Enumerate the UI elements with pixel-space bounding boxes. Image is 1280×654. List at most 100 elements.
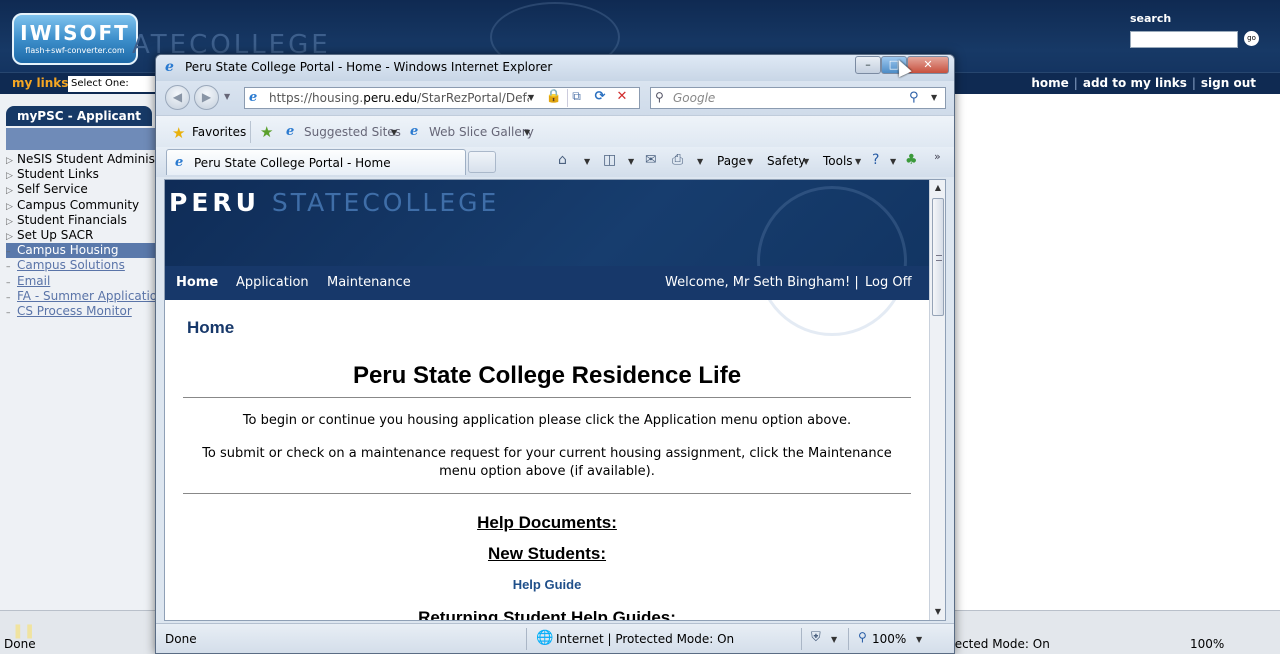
favorites-button[interactable]: Favorites — [192, 125, 246, 139]
welcome-text: Welcome, Mr Seth Bingham! | — [665, 275, 859, 290]
iwisoft-logo: IWISOFT flash+swf-converter.com — [12, 13, 138, 65]
status-zoom[interactable]: 100% — [872, 632, 906, 646]
search-input[interactable]: Google — [673, 91, 715, 105]
scrollbar-thumb[interactable] — [932, 198, 944, 316]
refresh-icon[interactable]: ⟳ — [591, 89, 609, 107]
home-link[interactable]: home — [1031, 76, 1068, 90]
vertical-scrollbar[interactable]: ▲ ▼ — [929, 180, 945, 620]
suggested-sites-button[interactable]: Suggested Sites — [304, 125, 401, 139]
my-links-select[interactable]: Select One: — [68, 76, 160, 92]
sidebar-item-label: Campus Solutions — [17, 258, 125, 273]
tab-mypsc-applicant[interactable]: myPSC - Applicant — [6, 106, 152, 126]
scroll-up-icon[interactable]: ▲ — [930, 180, 945, 196]
chevron-down-icon[interactable]: ▼ — [855, 157, 861, 166]
protected-mode-icon[interactable]: ⛨ — [811, 630, 821, 645]
log-off-link[interactable]: Log Off — [865, 275, 912, 290]
chevron-down-icon[interactable]: ▼ — [803, 157, 809, 166]
back-button[interactable]: ◀ — [165, 85, 190, 110]
zoom-dropdown[interactable]: ▼ — [916, 635, 922, 644]
web-slice-gallery-button[interactable]: Web Slice Gallery — [429, 125, 534, 139]
page-title: Peru State College Residence Life — [352, 362, 742, 389]
sign-out-link[interactable]: sign out — [1201, 76, 1256, 90]
home-dropdown[interactable]: ▼ — [584, 157, 590, 166]
minimize-button[interactable]: – — [855, 56, 881, 74]
sidebar-item-label: Self Service — [17, 182, 88, 197]
tools-menu[interactable]: Tools — [823, 154, 853, 168]
more-commands-icon[interactable]: » — [934, 150, 941, 163]
sidebar-item[interactable]: – Campus Solutions — [6, 258, 160, 273]
forward-button[interactable]: ▶ — [194, 85, 219, 110]
sidebar-item[interactable]: ▷ Self Service — [6, 182, 160, 197]
search-box[interactable]: ⚲ Google ⚲ ▼ — [650, 87, 946, 109]
sidebar-item[interactable]: ▷ Campus Community — [6, 198, 160, 213]
college-banner: PERU STATECOLLEGE — [165, 180, 929, 336]
scroll-down-icon[interactable]: ▼ — [930, 604, 945, 620]
portal-status-zoom[interactable]: 100% — [1190, 637, 1224, 651]
search-options-dropdown[interactable]: ▼ — [931, 93, 937, 102]
sidebar-item[interactable]: – Email — [6, 274, 160, 289]
globe-icon: 🌐 — [536, 630, 554, 646]
sidebar-item[interactable]: ▷ NeSIS Student Administra — [6, 152, 160, 167]
page-menu[interactable]: Page — [717, 154, 746, 168]
help-guide-link[interactable]: Help Guide — [183, 577, 911, 592]
sidebar-item[interactable]: – FA - Summer Application — [6, 289, 160, 304]
print-dropdown[interactable]: ▼ — [697, 157, 703, 166]
expand-triangle-icon: ▷ — [6, 156, 13, 166]
menu-home[interactable]: Home — [176, 275, 218, 290]
chevron-down-icon[interactable]: ▼ — [831, 635, 837, 644]
menu-application[interactable]: Application — [236, 275, 309, 290]
add-to-my-links-link[interactable]: add to my links — [1083, 76, 1187, 90]
ie-window: e Peru State College Portal - Home - Win… — [155, 54, 955, 654]
compatibility-view-icon[interactable]: ⧉ — [567, 89, 585, 107]
mail-icon[interactable]: ✉ — [645, 152, 657, 168]
sidebar-item[interactable]: ▷ Set Up SACR — [6, 228, 160, 243]
link-separator: | — [1073, 76, 1078, 90]
feeds-icon[interactable]: ◫ — [603, 152, 616, 168]
help-documents-heading: Help Documents: — [477, 513, 617, 532]
search-icon[interactable]: ⚲ — [909, 90, 919, 105]
portal-search-go-button[interactable]: go — [1244, 31, 1259, 46]
menu-maintenance[interactable]: Maintenance — [327, 275, 411, 290]
stop-icon[interactable]: ✕ — [613, 89, 631, 107]
lock-icon[interactable]: 🔒 — [545, 89, 563, 107]
safety-menu[interactable]: Safety — [767, 154, 805, 168]
favorites-star-icon[interactable]: ★ — [172, 124, 185, 142]
college-seal-icon — [757, 186, 907, 336]
address-url[interactable]: https://housing.peru.edu/StarRezPortal/D… — [269, 91, 529, 105]
tab-portal-home[interactable]: e Peru State College Portal - Home — [166, 149, 466, 175]
home-icon[interactable]: ⌂ — [558, 152, 567, 168]
help-icon[interactable]: ? — [872, 152, 879, 168]
research-icon[interactable]: ♣ — [905, 152, 918, 168]
address-dropdown[interactable]: ▼ — [528, 93, 534, 102]
status-zone[interactable]: Internet | Protected Mode: On — [556, 632, 734, 646]
sidebar-item[interactable]: – Campus Housing — [6, 243, 160, 259]
recent-pages-dropdown[interactable]: ▼ — [224, 92, 230, 101]
portal-nav-tree: ▷ NeSIS Student Administra ▷ Student Links ▷… — [6, 152, 160, 319]
returning-students-heading: Returning Student Help Guides: — [418, 608, 676, 621]
divider — [183, 397, 911, 398]
print-icon[interactable]: ⎙ — [672, 152, 683, 168]
logo-subtext: flash+swf-converter.com — [25, 46, 125, 55]
add-to-favorites-bar-icon[interactable]: ★ — [260, 123, 273, 141]
portal-search-label: search — [1130, 12, 1172, 25]
feeds-dropdown[interactable]: ▼ — [628, 157, 634, 166]
portal-search-input[interactable] — [1130, 31, 1238, 48]
expand-triangle-icon: ▷ — [6, 186, 13, 197]
ie-status-bar: Done 🌐 Internet | Protected Mode: On ⛨ ▼… — [156, 623, 954, 653]
dash-icon: – — [6, 277, 11, 288]
chevron-down-icon[interactable]: ▼ — [524, 128, 530, 137]
address-bar[interactable]: e https://housing.peru.edu/StarRezPortal… — [244, 87, 640, 109]
sidebar-item[interactable]: – CS Process Monitor — [6, 304, 160, 319]
zoom-icon[interactable]: ⚲ — [858, 630, 867, 644]
ie-tab-bar: e Peru State College Portal - Home ⌂ ▼ ◫… — [156, 147, 954, 177]
new-tab-button[interactable] — [468, 151, 496, 173]
chevron-down-icon[interactable]: ▼ — [747, 157, 753, 166]
close-button[interactable]: ✕ — [907, 56, 949, 74]
chevron-down-icon[interactable]: ▼ — [391, 128, 397, 137]
sidebar-item[interactable]: ▷ Student Financials — [6, 213, 160, 228]
tab-title: Peru State College Portal - Home — [194, 156, 391, 170]
help-dropdown[interactable]: ▼ — [890, 157, 896, 166]
ie-titlebar[interactable]: e Peru State College Portal - Home - Win… — [156, 55, 954, 81]
divider — [250, 121, 251, 143]
sidebar-item[interactable]: ▷ Student Links — [6, 167, 160, 182]
